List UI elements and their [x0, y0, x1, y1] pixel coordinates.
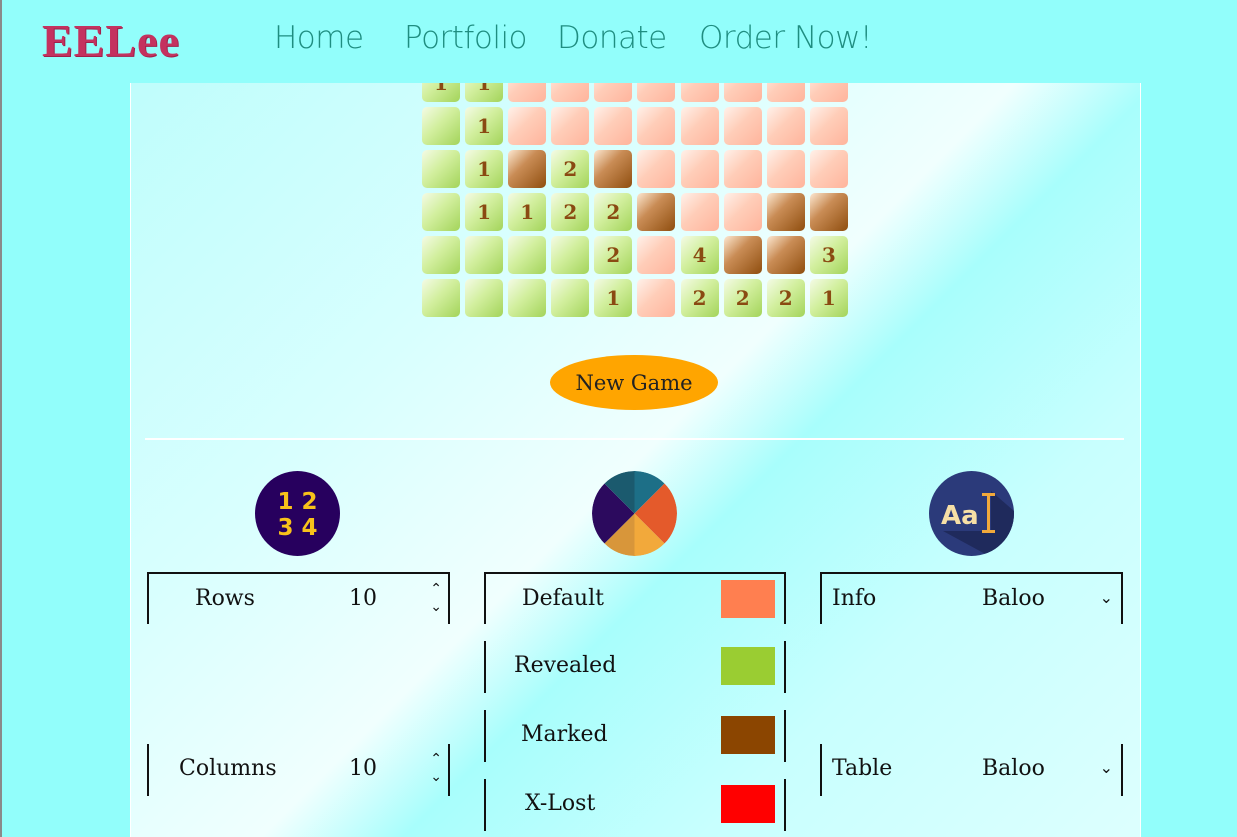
- board-cell[interactable]: 1: [594, 279, 633, 318]
- rows-label: Rows: [195, 586, 255, 611]
- rows-option: Rows 10 ⌃ ⌄: [147, 572, 450, 624]
- font-icon-text: Aa: [941, 501, 979, 531]
- board-cell[interactable]: [422, 236, 460, 275]
- board-cell[interactable]: 2: [680, 279, 719, 318]
- numbers-icon-line1: 1 2: [277, 489, 317, 515]
- board-cell[interactable]: [637, 236, 676, 275]
- info-font-label: Info: [832, 586, 877, 611]
- chevron-down-icon[interactable]: ⌄: [1100, 758, 1113, 777]
- board-cell[interactable]: [594, 150, 633, 189]
- board-cell[interactable]: [680, 150, 719, 189]
- columns-option: Columns 10 ⌃ ⌄: [147, 744, 450, 796]
- color-swatch-default[interactable]: [721, 580, 775, 618]
- numbers-icon: 1 2 3 4: [255, 471, 340, 556]
- board-cell[interactable]: [809, 150, 848, 189]
- board-cell[interactable]: [422, 279, 460, 318]
- color-swatch-marked[interactable]: [721, 716, 775, 754]
- color-label-x-lost: X-Lost: [525, 791, 596, 816]
- color-swatch-revealed[interactable]: [721, 647, 775, 685]
- site-header: EELee Home Portfolio Donate Order Now!: [2, 0, 1237, 83]
- new-game-button[interactable]: New Game: [550, 355, 718, 410]
- table-font-label: Table: [832, 756, 893, 781]
- board-cell[interactable]: [723, 193, 762, 232]
- nav-order-now[interactable]: Order Now!: [699, 20, 872, 56]
- color-option-default: Default: [484, 572, 786, 624]
- board-cell[interactable]: 1: [465, 107, 504, 146]
- board-cell[interactable]: 1: [508, 193, 547, 232]
- color-label-default: Default: [522, 586, 604, 611]
- board-cell[interactable]: [422, 193, 460, 232]
- color-wheel-icon: [592, 471, 677, 556]
- site-logo[interactable]: EELee: [42, 14, 180, 67]
- board-cell[interactable]: [508, 107, 547, 146]
- board-cell[interactable]: [637, 193, 676, 232]
- chevron-down-icon[interactable]: ⌄: [430, 598, 442, 616]
- color-swatch-x-lost[interactable]: [721, 785, 775, 823]
- board-cell[interactable]: 3: [809, 236, 848, 275]
- color-option-revealed: Revealed: [484, 641, 786, 693]
- table-font-value[interactable]: Baloo: [982, 756, 1045, 781]
- board-cell[interactable]: [809, 107, 848, 146]
- board-cell[interactable]: [637, 107, 676, 146]
- board-cell[interactable]: 2: [551, 150, 590, 189]
- board-cell[interactable]: [465, 236, 504, 275]
- board-cell[interactable]: [465, 279, 504, 318]
- columns-stepper[interactable]: ⌃ ⌄: [430, 750, 442, 786]
- board-cell[interactable]: [723, 236, 762, 275]
- section-divider: [145, 438, 1124, 440]
- chevron-up-icon[interactable]: ⌃: [430, 580, 442, 598]
- color-option-x-lost: X-Lost: [484, 779, 786, 831]
- board-cell[interactable]: [637, 279, 676, 318]
- board-cell[interactable]: [680, 107, 719, 146]
- board-cell[interactable]: [723, 150, 762, 189]
- table-font-select[interactable]: Table Baloo ⌄: [820, 744, 1123, 796]
- color-label-revealed: Revealed: [514, 653, 617, 678]
- nav-portfolio[interactable]: Portfolio: [404, 20, 528, 56]
- chevron-down-icon[interactable]: ⌄: [430, 768, 442, 786]
- board-cell[interactable]: [508, 279, 547, 318]
- font-icon: Aa: [929, 471, 1014, 556]
- nav-donate[interactable]: Donate: [557, 20, 667, 56]
- nav-home[interactable]: Home: [274, 20, 364, 56]
- board-cell[interactable]: [551, 279, 590, 318]
- rows-input[interactable]: 10: [349, 586, 377, 611]
- board-cell[interactable]: [508, 236, 547, 275]
- board-cell[interactable]: [766, 236, 805, 275]
- board-cell[interactable]: 2: [723, 279, 762, 318]
- board-cell[interactable]: 1: [465, 193, 504, 232]
- board-cell[interactable]: [680, 193, 719, 232]
- board-cell[interactable]: 1: [465, 150, 504, 189]
- columns-label: Columns: [179, 756, 277, 781]
- board-cell[interactable]: [551, 236, 590, 275]
- board-cell[interactable]: [422, 150, 460, 189]
- board-cell[interactable]: 1: [809, 279, 848, 318]
- rows-stepper[interactable]: ⌃ ⌄: [430, 580, 442, 616]
- chevron-up-icon[interactable]: ⌃: [430, 750, 442, 768]
- board-cell[interactable]: 2: [766, 279, 805, 318]
- board-cell[interactable]: [422, 107, 460, 146]
- columns-input[interactable]: 10: [349, 756, 377, 781]
- board-cell[interactable]: [723, 107, 762, 146]
- board-cell[interactable]: [637, 150, 676, 189]
- board-cell[interactable]: [594, 107, 633, 146]
- board-cell[interactable]: 2: [594, 236, 633, 275]
- board-cell[interactable]: [551, 107, 590, 146]
- board-cell[interactable]: 4: [680, 236, 719, 275]
- board-cell[interactable]: 2: [594, 193, 633, 232]
- board-cell[interactable]: [766, 107, 805, 146]
- numbers-icon-line2: 3 4: [277, 515, 317, 541]
- info-font-value[interactable]: Baloo: [982, 586, 1045, 611]
- board-cell[interactable]: [766, 193, 805, 232]
- color-option-marked: Marked: [484, 710, 786, 762]
- info-font-select[interactable]: Info Baloo ⌄: [820, 572, 1123, 624]
- minesweeper-board: 11112112224312221: [422, 64, 848, 318]
- board-cell[interactable]: [508, 150, 547, 189]
- board-cell[interactable]: 2: [551, 193, 590, 232]
- color-label-marked: Marked: [521, 722, 608, 747]
- chevron-down-icon[interactable]: ⌄: [1100, 588, 1113, 607]
- board-cell[interactable]: [809, 193, 848, 232]
- board-cell[interactable]: [766, 150, 805, 189]
